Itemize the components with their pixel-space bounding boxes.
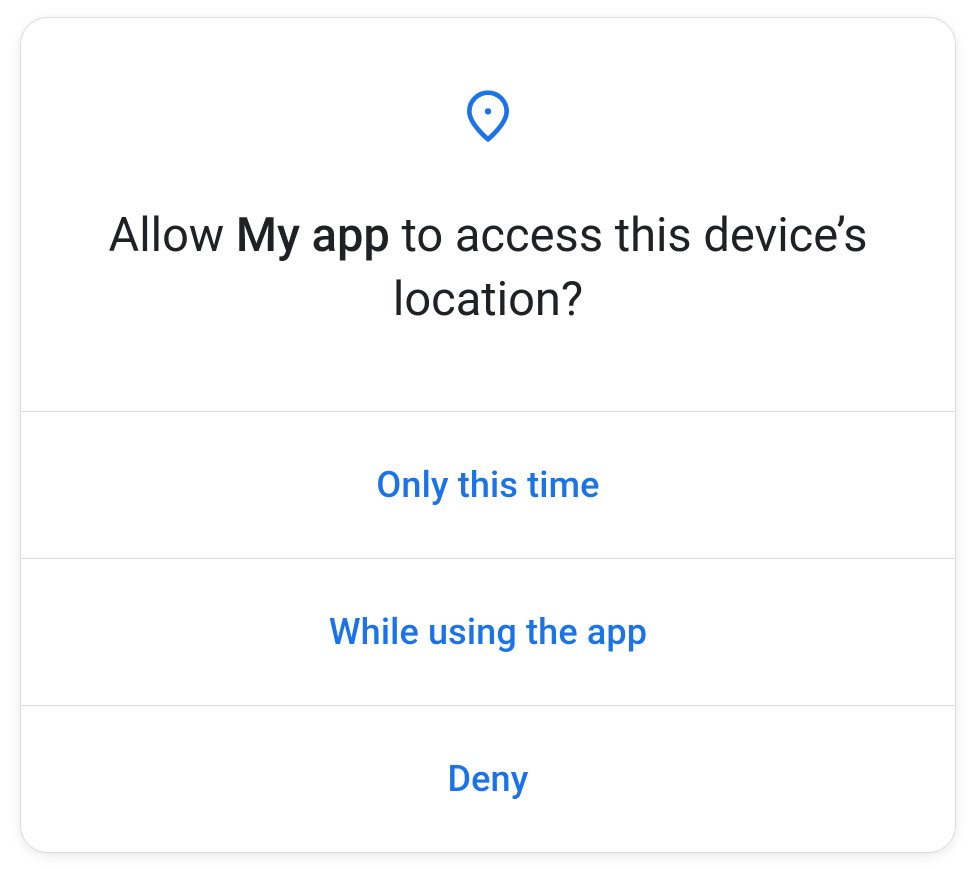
app-name: My app [236, 208, 390, 263]
dialog-title: Allow My app to access this device’s loc… [81, 204, 895, 331]
dialog-header: Allow My app to access this device’s loc… [21, 18, 955, 411]
permission-dialog: Allow My app to access this device’s loc… [20, 17, 956, 853]
while-using-app-button[interactable]: While using the app [21, 558, 955, 705]
only-this-time-button[interactable]: Only this time [21, 411, 955, 558]
prompt-prefix: Allow [109, 208, 236, 263]
location-pin-icon [81, 88, 895, 144]
prompt-suffix: to access this device’s location? [390, 208, 868, 326]
deny-button[interactable]: Deny [21, 705, 955, 852]
